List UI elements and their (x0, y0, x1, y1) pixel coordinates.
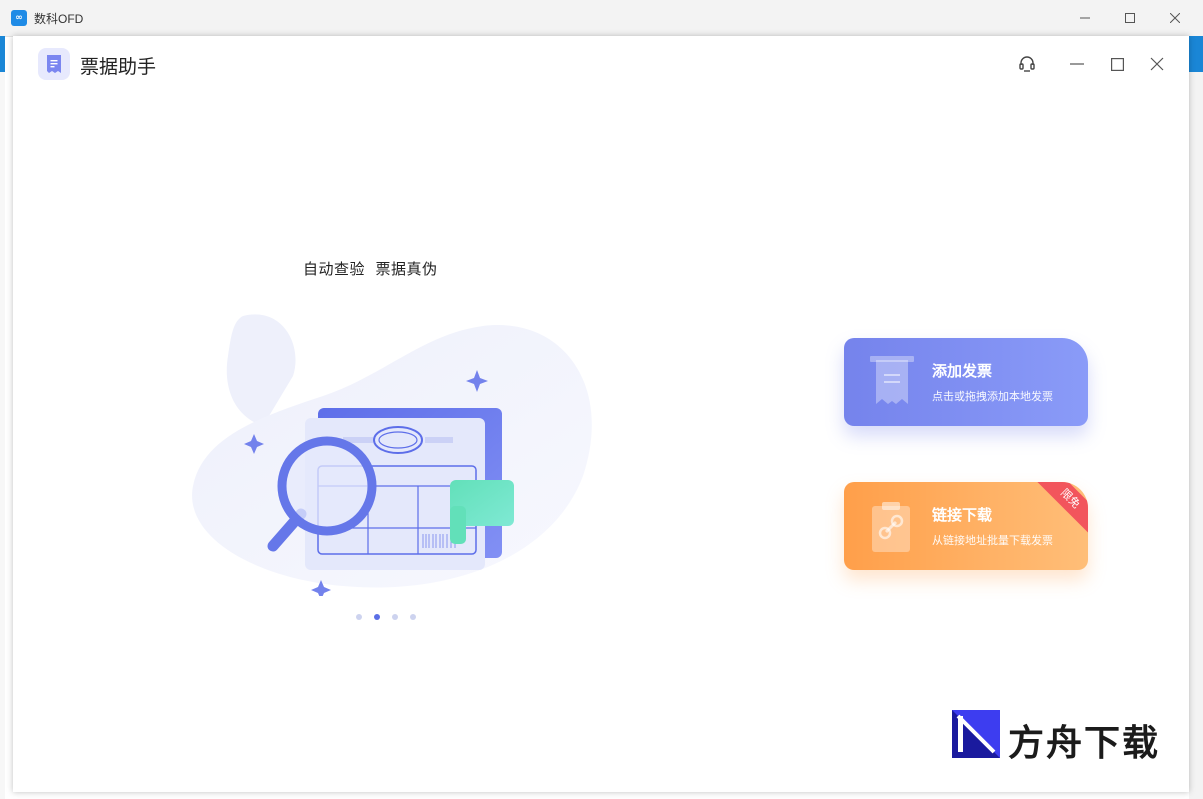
add-invoice-description: 点击或拖拽添加本地发票 (932, 390, 1053, 403)
carousel-slogan: 自动查验 票据真伪 (303, 260, 438, 278)
limited-free-badge: 限免 (1033, 482, 1088, 536)
os-minimize-button[interactable] (1062, 0, 1108, 36)
maximize-icon (1110, 57, 1124, 71)
add-invoice-button[interactable]: 添加发票 点击或拖拽添加本地发票 (844, 338, 1088, 426)
close-icon (1150, 57, 1164, 71)
carousel-indicator (356, 614, 416, 620)
os-maximize-button[interactable] (1107, 0, 1153, 36)
app-title: 票据助手 (80, 56, 157, 78)
maximize-icon (1125, 13, 1135, 23)
carousel-dot-active[interactable] (374, 614, 380, 620)
link-download-button[interactable]: 链接下载 从链接地址批量下载发票 限免 (844, 482, 1088, 570)
background-window-strip (0, 36, 5, 72)
watermark-logo: 方舟下载 (952, 710, 1167, 764)
infinity-icon: ∞ (11, 10, 27, 26)
customer-service-icon (1019, 56, 1035, 72)
close-icon (1170, 13, 1180, 23)
carousel-dot[interactable] (410, 614, 416, 620)
app-minimize-button[interactable] (1065, 52, 1089, 76)
background-window (1189, 72, 1203, 799)
watermark-icon (952, 710, 1000, 758)
background-window (0, 72, 5, 799)
background-window-strip (1189, 36, 1203, 72)
os-close-button[interactable] (1152, 0, 1198, 36)
add-invoice-title: 添加发票 (932, 362, 993, 380)
watermark-text: 方舟下载 (1008, 723, 1161, 764)
app-window: 票据助手 自动查验 票据真伪 添加发票 点击或拖拽添加本地发票 链接下载 从链接… (13, 36, 1189, 792)
link-download-title: 链接下载 (932, 506, 993, 524)
os-window-title: 数科OFD (34, 12, 84, 26)
carousel-dot[interactable] (392, 614, 398, 620)
invoice-magnifier-illustration (192, 314, 592, 596)
os-titlebar: ∞ 数科OFD (0, 0, 1203, 37)
receipt-icon (38, 48, 70, 80)
receipt-icon (870, 356, 914, 404)
minimize-icon (1070, 63, 1084, 65)
customer-service-button[interactable] (1015, 52, 1039, 76)
minimize-icon (1080, 17, 1090, 19)
app-maximize-button[interactable] (1105, 52, 1129, 76)
link-download-description: 从链接地址批量下载发票 (932, 534, 1053, 547)
clipboard-link-icon (872, 502, 910, 552)
carousel-dot[interactable] (356, 614, 362, 620)
app-close-button[interactable] (1145, 52, 1169, 76)
